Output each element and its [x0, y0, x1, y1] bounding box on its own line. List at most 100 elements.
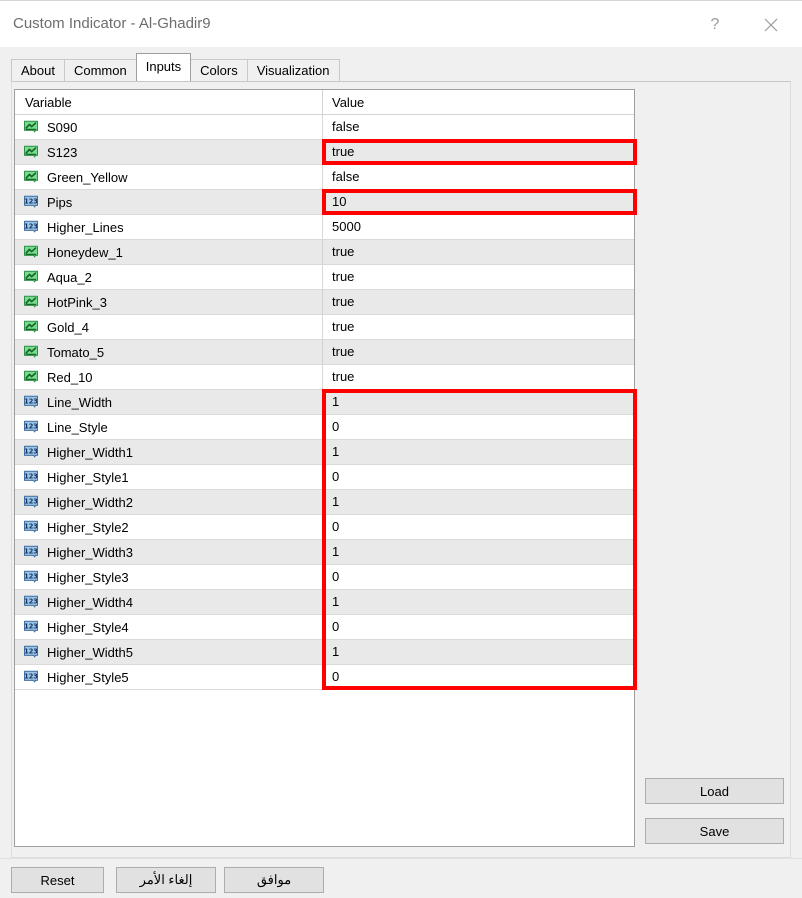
variable-cell: Honeydew_1 [15, 240, 323, 264]
int-123-icon: 123 [23, 445, 39, 460]
table-row[interactable]: 123Higher_Lines5000 [15, 215, 634, 240]
variable-name: S090 [47, 120, 77, 135]
table-row[interactable]: Red_10true [15, 365, 634, 390]
int-123-icon: 123 [23, 545, 39, 560]
value-cell[interactable]: 5000 [323, 215, 634, 239]
value-cell[interactable]: true [323, 340, 634, 364]
table-row[interactable]: Green_Yellowfalse [15, 165, 634, 190]
table-row[interactable]: 123Line_Style0 [15, 415, 634, 440]
table-row[interactable]: 123Higher_Width51 [15, 640, 634, 665]
value-cell[interactable]: true [323, 365, 634, 389]
value-cell[interactable]: 10 [323, 190, 634, 214]
variable-name: Line_Width [47, 395, 112, 410]
variable-cell: 123Higher_Style4 [15, 615, 323, 639]
value-cell[interactable]: true [323, 140, 634, 164]
ok-button[interactable]: موافق [224, 867, 324, 893]
value-cell[interactable]: false [323, 165, 634, 189]
table-row[interactable]: S123true [15, 140, 634, 165]
reset-button[interactable]: Reset [11, 867, 104, 893]
variable-name: Aqua_2 [47, 270, 92, 285]
bool-wave-icon [23, 270, 39, 285]
variable-name: Higher_Style3 [47, 570, 129, 585]
table-row[interactable]: 123Pips10 [15, 190, 634, 215]
tab-colors[interactable]: Colors [190, 59, 248, 81]
value-cell[interactable]: 0 [323, 465, 634, 489]
svg-text:123: 123 [24, 422, 38, 430]
value-cell[interactable]: 0 [323, 415, 634, 439]
table-row[interactable]: S090 false [15, 115, 634, 140]
svg-text:123: 123 [24, 622, 38, 630]
variable-name: Higher_Width4 [47, 595, 133, 610]
value-cell[interactable]: 1 [323, 590, 634, 614]
variable-name: Pips [47, 195, 72, 210]
tab-common[interactable]: Common [64, 59, 137, 81]
value-cell[interactable]: true [323, 240, 634, 264]
table-row[interactable]: 123Higher_Style10 [15, 465, 634, 490]
value-cell[interactable]: 0 [323, 665, 634, 689]
tab-list: AboutCommonInputsColorsVisualization [11, 57, 339, 81]
table-row[interactable]: Gold_4true [15, 315, 634, 340]
variable-name: Higher_Style1 [47, 470, 129, 485]
table-row[interactable]: Aqua_2 true [15, 265, 634, 290]
table-row[interactable]: 123Higher_Style30 [15, 565, 634, 590]
question-mark-icon: ? [711, 16, 720, 34]
variable-name: Higher_Width3 [47, 545, 133, 560]
table-row[interactable]: 123Higher_Style40 [15, 615, 634, 640]
table-row[interactable]: 123Higher_Width11 [15, 440, 634, 465]
svg-text:123: 123 [24, 222, 38, 230]
value-cell[interactable]: 1 [323, 490, 634, 514]
int-123-icon: 123 [23, 670, 39, 685]
value-cell[interactable]: 1 [323, 390, 634, 414]
table-row[interactable]: Honeydew_1 true [15, 240, 634, 265]
table-row[interactable]: HotPink_3true [15, 290, 634, 315]
table-row[interactable]: 123 Line_Width 1 [15, 390, 634, 415]
save-button[interactable]: Save [645, 818, 784, 844]
inputs-table[interactable]: Variable Value S090falseS123trueGreen_Ye… [14, 89, 635, 847]
value-cell[interactable]: 1 [323, 440, 634, 464]
variable-name: Honeydew_1 [47, 245, 123, 260]
variable-cell: 123Higher_Width4 [15, 590, 323, 614]
cancel-button[interactable]: إلغاء الأمر [116, 867, 216, 893]
load-button[interactable]: Load [645, 778, 784, 804]
svg-text:123: 123 [24, 397, 38, 405]
value-cell[interactable]: true [323, 265, 634, 289]
table-row[interactable]: Tomato_5true [15, 340, 634, 365]
value-cell[interactable]: 0 [323, 615, 634, 639]
tab-about[interactable]: About [11, 59, 65, 81]
value-cell[interactable]: true [323, 315, 634, 339]
variable-cell: 123 Line_Width [15, 390, 323, 414]
variable-cell: 123 Higher_Width3 [15, 540, 323, 564]
variable-cell: Tomato_5 [15, 340, 323, 364]
svg-text:123: 123 [24, 547, 38, 555]
variable-cell: 123Higher_Width2 [15, 490, 323, 514]
variable-cell: Aqua_2 [15, 265, 323, 289]
value-cell[interactable]: false [323, 115, 634, 139]
tab-inputs[interactable]: Inputs [136, 53, 191, 81]
svg-text:123: 123 [24, 522, 38, 530]
bool-wave-icon [23, 245, 39, 260]
table-row[interactable]: 123 Higher_Width3 1 [15, 540, 634, 565]
value-cell[interactable]: 1 [323, 540, 634, 564]
variable-cell: 123Line_Style [15, 415, 323, 439]
value-cell[interactable]: 0 [323, 565, 634, 589]
window-title: Custom Indicator - Al-Ghadir9 [13, 15, 211, 32]
help-button[interactable]: ? [692, 8, 738, 42]
close-button[interactable] [748, 8, 794, 42]
custom-indicator-dialog: Custom Indicator - Al-Ghadir9 ? AboutCom… [0, 0, 802, 898]
tab-visualization[interactable]: Visualization [247, 59, 340, 81]
table-row[interactable]: 123Higher_Style20 [15, 515, 634, 540]
column-header-variable: Variable [15, 90, 323, 114]
variable-cell: 123Pips [15, 190, 323, 214]
table-row[interactable]: 123Higher_Width41 [15, 590, 634, 615]
int-123-icon: 123 [23, 620, 39, 635]
variable-cell: S090 [15, 115, 323, 139]
value-cell[interactable]: 0 [323, 515, 634, 539]
variable-name: Higher_Style5 [47, 670, 129, 685]
value-cell[interactable]: true [323, 290, 634, 314]
variable-cell: 123Higher_Lines [15, 215, 323, 239]
int-123-icon: 123 [23, 495, 39, 510]
table-row[interactable]: 123 Higher_Style5 0 [15, 665, 634, 690]
bool-wave-icon [23, 295, 39, 310]
table-row[interactable]: 123Higher_Width21 [15, 490, 634, 515]
value-cell[interactable]: 1 [323, 640, 634, 664]
